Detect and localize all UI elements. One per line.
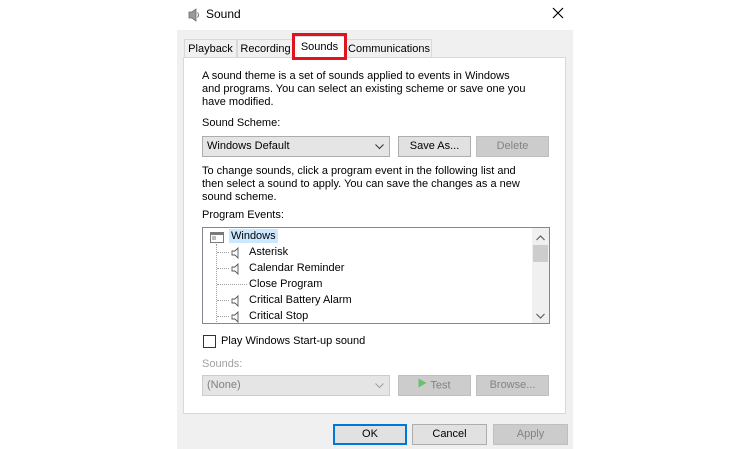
program-events-label: Program Events: bbox=[202, 209, 284, 221]
test-label: Test bbox=[430, 379, 451, 392]
speaker-icon bbox=[230, 294, 242, 308]
sound-dialog: Sound Playback Recording Sounds Communic… bbox=[177, 0, 573, 449]
theme-description: A sound theme is a set of sounds applied… bbox=[202, 70, 526, 108]
event-critical-battery-alarm[interactable]: Critical Battery Alarm bbox=[249, 292, 352, 308]
tree-line bbox=[217, 284, 247, 285]
tab-recording[interactable]: Recording bbox=[237, 39, 294, 57]
test-button[interactable]: Test bbox=[398, 375, 471, 396]
event-calendar-reminder[interactable]: Calendar Reminder bbox=[249, 260, 344, 276]
sounds-label: Sounds: bbox=[202, 358, 243, 370]
tab-playback[interactable]: Playback bbox=[184, 39, 237, 57]
event-close-program[interactable]: Close Program bbox=[249, 276, 322, 292]
scroll-up-button[interactable] bbox=[532, 228, 549, 245]
chevron-down-icon bbox=[373, 137, 385, 156]
screen: Sound Playback Recording Sounds Communic… bbox=[0, 0, 750, 449]
delete-button[interactable]: Delete bbox=[476, 136, 549, 157]
startup-sound-checkbox[interactable] bbox=[203, 335, 216, 348]
sound-scheme-label: Sound Scheme: bbox=[202, 117, 281, 129]
speaker-icon bbox=[230, 246, 242, 260]
tree-line bbox=[217, 316, 229, 317]
cancel-button[interactable]: Cancel bbox=[412, 424, 487, 445]
sounds-select[interactable]: (None) bbox=[202, 375, 390, 396]
tab-communications[interactable]: Communications bbox=[346, 39, 432, 57]
window-icon bbox=[210, 230, 224, 243]
vertical-scrollbar[interactable] bbox=[532, 228, 549, 323]
save-as-button[interactable]: Save As... bbox=[398, 136, 471, 157]
speaker-icon bbox=[230, 310, 242, 323]
event-critical-stop[interactable]: Critical Stop bbox=[249, 308, 308, 323]
chevron-up-icon bbox=[536, 228, 545, 246]
tree-line bbox=[217, 268, 229, 269]
sounds-value: (None) bbox=[207, 379, 241, 391]
startup-sound-label[interactable]: Play Windows Start-up sound bbox=[221, 335, 365, 348]
browse-button[interactable]: Browse... bbox=[476, 375, 549, 396]
event-asterisk[interactable]: Asterisk bbox=[249, 244, 288, 260]
play-icon bbox=[418, 376, 427, 395]
sounds-panel: A sound theme is a set of sounds applied… bbox=[183, 57, 566, 414]
speaker-icon bbox=[187, 7, 201, 23]
speaker-icon bbox=[230, 262, 242, 276]
scroll-down-button[interactable] bbox=[532, 306, 549, 323]
sound-scheme-value: Windows Default bbox=[207, 140, 290, 152]
chevron-down-icon bbox=[536, 306, 545, 324]
tab-highlight-box bbox=[292, 33, 347, 60]
close-button[interactable] bbox=[543, 0, 573, 30]
instructions-text: To change sounds, click a program event … bbox=[202, 165, 520, 203]
tree-line bbox=[217, 300, 229, 301]
close-icon bbox=[552, 6, 564, 24]
program-events-list[interactable]: Windows Asterisk Calendar Reminder Close… bbox=[202, 227, 550, 324]
ok-button[interactable]: OK bbox=[333, 424, 407, 445]
sound-scheme-select[interactable]: Windows Default bbox=[202, 136, 390, 157]
tree-root-windows[interactable]: Windows bbox=[229, 229, 278, 243]
title-bar: Sound bbox=[177, 0, 573, 30]
apply-button[interactable]: Apply bbox=[493, 424, 568, 445]
window-title: Sound bbox=[206, 7, 241, 21]
scroll-thumb[interactable] bbox=[533, 245, 548, 262]
tree-line bbox=[217, 252, 229, 253]
chevron-down-icon bbox=[373, 376, 385, 395]
